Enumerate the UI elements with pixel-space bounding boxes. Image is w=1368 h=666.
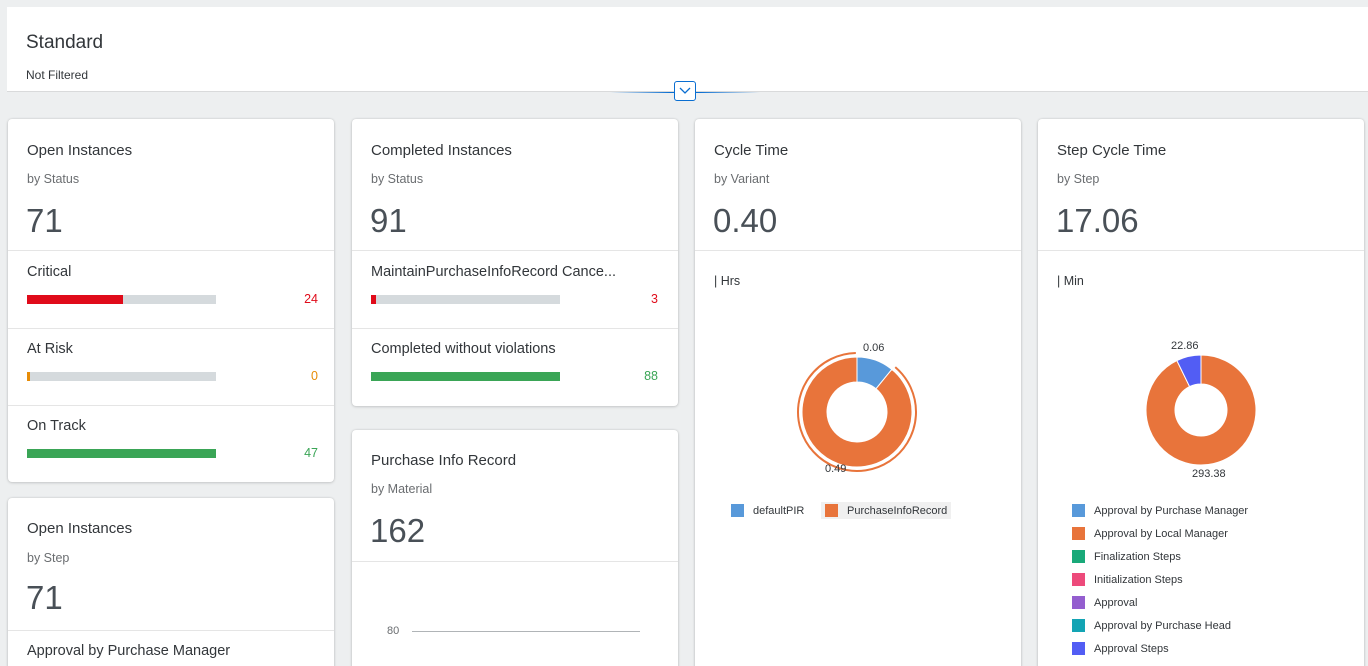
smart-filter-header: Standard Not Filtered <box>7 7 1368 92</box>
axis-gridline <box>412 631 640 632</box>
legend-label: defaultPIR <box>753 504 805 517</box>
legend-swatch <box>1072 573 1085 586</box>
filter-status: Not Filtered <box>26 68 89 82</box>
variant-title[interactable]: Standard <box>26 32 103 54</box>
card-completed-instances[interactable]: Completed Instances by Status 91 Maintai… <box>352 119 678 406</box>
legend-swatch <box>1072 596 1085 609</box>
donut-slice-purchaseinforecord[interactable] <box>801 356 913 468</box>
value-cancelled: 3 <box>651 292 658 306</box>
legend-swatch <box>825 504 838 517</box>
card-subtitle: by Status <box>27 172 80 186</box>
axis-tick-label: 80 <box>387 625 400 637</box>
row-label-step: Approval by Purchase Manager <box>27 643 231 659</box>
legend-label: Finalization Steps <box>1094 550 1181 563</box>
legend-item-purchaseinforecord[interactable]: PurchaseInfoRecord <box>821 502 952 519</box>
bar-fill-on-track <box>27 449 216 458</box>
legend-item-approval-steps[interactable]: Approval Steps <box>1072 642 1169 655</box>
legend-swatch <box>1072 550 1085 563</box>
donut-chart-step-cycle-time[interactable] <box>1038 334 1364 484</box>
card-open-instances-step[interactable]: Open Instances by Step 71 Approval by Pu… <box>8 498 334 666</box>
value-completed: 88 <box>644 369 658 383</box>
kpi-value: 162 <box>370 512 426 549</box>
card-step-cycle-time[interactable]: Step Cycle Time by Step 17.06 | Min 22.8… <box>1038 119 1364 666</box>
bar-fill-completed <box>371 372 560 381</box>
value-critical: 24 <box>304 292 318 306</box>
row-label-cancelled: MaintainPurchaseInfoRecord Cance... <box>371 264 617 280</box>
value-at-risk: 0 <box>311 369 318 383</box>
row-label-completed: Completed without violations <box>371 341 556 357</box>
card-subtitle: by Step <box>27 551 70 565</box>
legend-item-finalization-steps[interactable]: Finalization Steps <box>1072 550 1181 563</box>
donut-label-large: 0.49 <box>825 463 847 475</box>
unit-label: | Hrs <box>714 274 741 288</box>
card-subtitle: by Status <box>371 172 424 186</box>
kpi-value: 17.06 <box>1056 202 1139 239</box>
legend-item-approval[interactable]: Approval <box>1072 596 1137 609</box>
row-label-critical: Critical <box>27 264 72 280</box>
card-purchase-info-record[interactable]: Purchase Info Record by Material 162 80 <box>352 430 678 666</box>
legend-label: Approval by Purchase Manager <box>1094 504 1249 517</box>
card-subtitle: by Step <box>1057 172 1100 186</box>
kpi-value: 0.40 <box>713 202 778 239</box>
legend-label: Approval Steps <box>1094 642 1169 655</box>
kpi-value: 91 <box>370 202 407 239</box>
card-open-instances-status[interactable]: Open Instances by Status 71 Critical 24 … <box>8 119 334 482</box>
bar-fill-at-risk <box>27 372 30 381</box>
card-cycle-time[interactable]: Cycle Time by Variant 0.40 | Hrs 0.06 0.… <box>695 119 1021 666</box>
kpi-value: 71 <box>26 202 63 239</box>
bar-cancelled <box>371 295 560 304</box>
legend-item-initialization-steps[interactable]: Initialization Steps <box>1072 573 1183 586</box>
legend-item-defaultpir[interactable]: defaultPIR <box>731 504 804 517</box>
legend-label: Approval by Local Manager <box>1094 527 1228 540</box>
legend-label: Initialization Steps <box>1094 573 1183 586</box>
legend-swatch <box>1072 619 1085 632</box>
kpi-value: 71 <box>26 579 63 616</box>
donut-label-small: 22.86 <box>1171 340 1199 352</box>
legend-label: Approval <box>1094 596 1138 609</box>
row-label-at-risk: At Risk <box>27 341 73 357</box>
card-title: Open Instances <box>27 142 133 159</box>
legend-swatch <box>1072 642 1085 655</box>
unit-label: | Min <box>1057 274 1084 288</box>
bar-on-track <box>27 449 216 458</box>
bar-critical <box>27 295 216 304</box>
card-title: Completed Instances <box>371 142 512 159</box>
legend-swatch <box>1072 504 1085 517</box>
bar-completed <box>371 372 560 381</box>
card-title: Open Instances <box>27 520 133 537</box>
legend-swatch <box>1072 527 1085 540</box>
card-title: Step Cycle Time <box>1057 142 1167 159</box>
bar-fill-cancelled <box>371 295 376 304</box>
legend-item-approval-by-local-manager[interactable]: Approval by Local Manager <box>1072 527 1228 540</box>
legend-item-approval-by-purchase-manager[interactable]: Approval by Purchase Manager <box>1072 504 1248 517</box>
card-title: Cycle Time <box>714 142 789 159</box>
value-on-track: 47 <box>304 446 318 460</box>
card-subtitle: by Material <box>371 482 433 496</box>
donut-chart-cycle-time[interactable] <box>695 334 1021 494</box>
chevron-down-icon <box>679 87 691 94</box>
legend-label: PurchaseInfoRecord <box>847 504 948 517</box>
legend-swatch <box>731 504 744 517</box>
bar-fill-critical <box>27 295 123 304</box>
donut-label-large: 293.38 <box>1192 468 1226 480</box>
legend-label: Approval by Purchase Head <box>1094 619 1231 632</box>
donut-label-small: 0.06 <box>863 342 885 354</box>
card-subtitle: by Variant <box>714 172 770 186</box>
card-title: Purchase Info Record <box>371 452 517 469</box>
row-label-on-track: On Track <box>27 418 86 434</box>
collapse-header-button[interactable] <box>674 81 696 101</box>
legend-item-approval-by-purchase-head[interactable]: Approval by Purchase Head <box>1072 619 1231 632</box>
bar-at-risk <box>27 372 216 381</box>
